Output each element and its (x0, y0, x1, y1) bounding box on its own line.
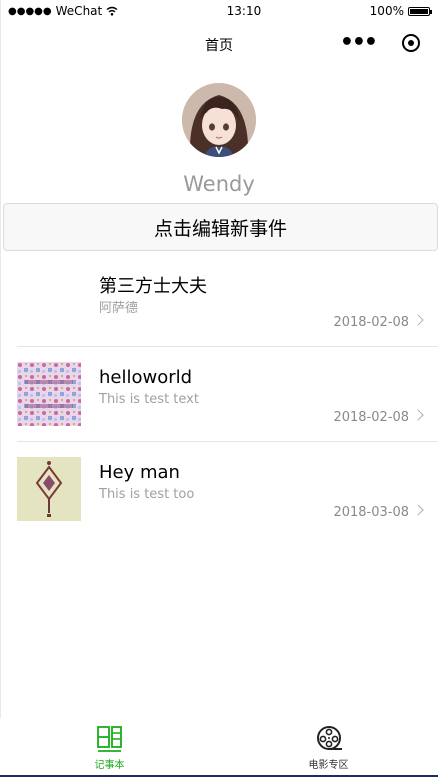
list-item[interactable]: 第三方士大夫 阿萨德 2018-02-08 (17, 252, 438, 347)
tab-bar: 记事本 电影专区 (0, 718, 438, 777)
capsule-menu: ••• (340, 32, 420, 54)
list-item[interactable]: helloworld This is test text 2018-02-08 (17, 347, 438, 442)
event-list: 第三方士大夫 阿萨德 2018-02-08 helloworld This is… (0, 252, 438, 537)
status-right: 100% (369, 4, 432, 18)
film-reel-icon (316, 726, 342, 750)
page-title: 首页 (205, 38, 233, 54)
status-left: ●●●●● WeChat (8, 4, 118, 18)
carrier-label: WeChat (55, 4, 103, 18)
item-thumbnail (17, 362, 81, 426)
item-date: 2018-02-08 (333, 410, 409, 425)
item-title: helloworld (99, 367, 193, 388)
chevron-right-icon (412, 409, 424, 421)
battery-percent: 100% (369, 4, 404, 18)
avatar-image (182, 83, 256, 157)
item-date: 2018-03-08 (333, 505, 409, 520)
item-subtitle: This is test text (99, 392, 199, 407)
close-target-icon[interactable] (402, 34, 420, 52)
status-time: 13:10 (226, 4, 262, 18)
notebook-icon (96, 726, 122, 752)
item-title: Hey man (99, 462, 180, 483)
avatar[interactable] (182, 83, 256, 157)
navigation-bar: 首页 ••• (0, 22, 438, 68)
tab-movies[interactable]: 电影专区 (219, 718, 438, 777)
item-subtitle: This is test too (99, 487, 195, 502)
signal-icon: ●●●●● (8, 5, 52, 17)
more-icon[interactable]: ••• (340, 32, 378, 54)
chevron-right-icon (412, 504, 424, 516)
tab-label: 记事本 (94, 760, 125, 771)
tab-label: 电影专区 (308, 760, 349, 771)
wifi-icon (106, 6, 118, 16)
edit-new-event-button[interactable]: 点击编辑新事件 (3, 203, 438, 251)
chevron-right-icon (412, 314, 424, 326)
battery-icon (407, 6, 432, 16)
item-thumbnail (17, 457, 81, 521)
item-subtitle: 阿萨德 (99, 301, 139, 316)
item-date: 2018-02-08 (333, 315, 409, 330)
item-title: 第三方士大夫 (99, 276, 207, 297)
status-bar: ●●●●● WeChat 13:10 100% (0, 0, 438, 22)
tab-notebook[interactable]: 记事本 (0, 718, 219, 777)
list-item[interactable]: Hey man This is test too 2018-03-08 (17, 442, 438, 537)
username: Wendy (183, 172, 255, 196)
